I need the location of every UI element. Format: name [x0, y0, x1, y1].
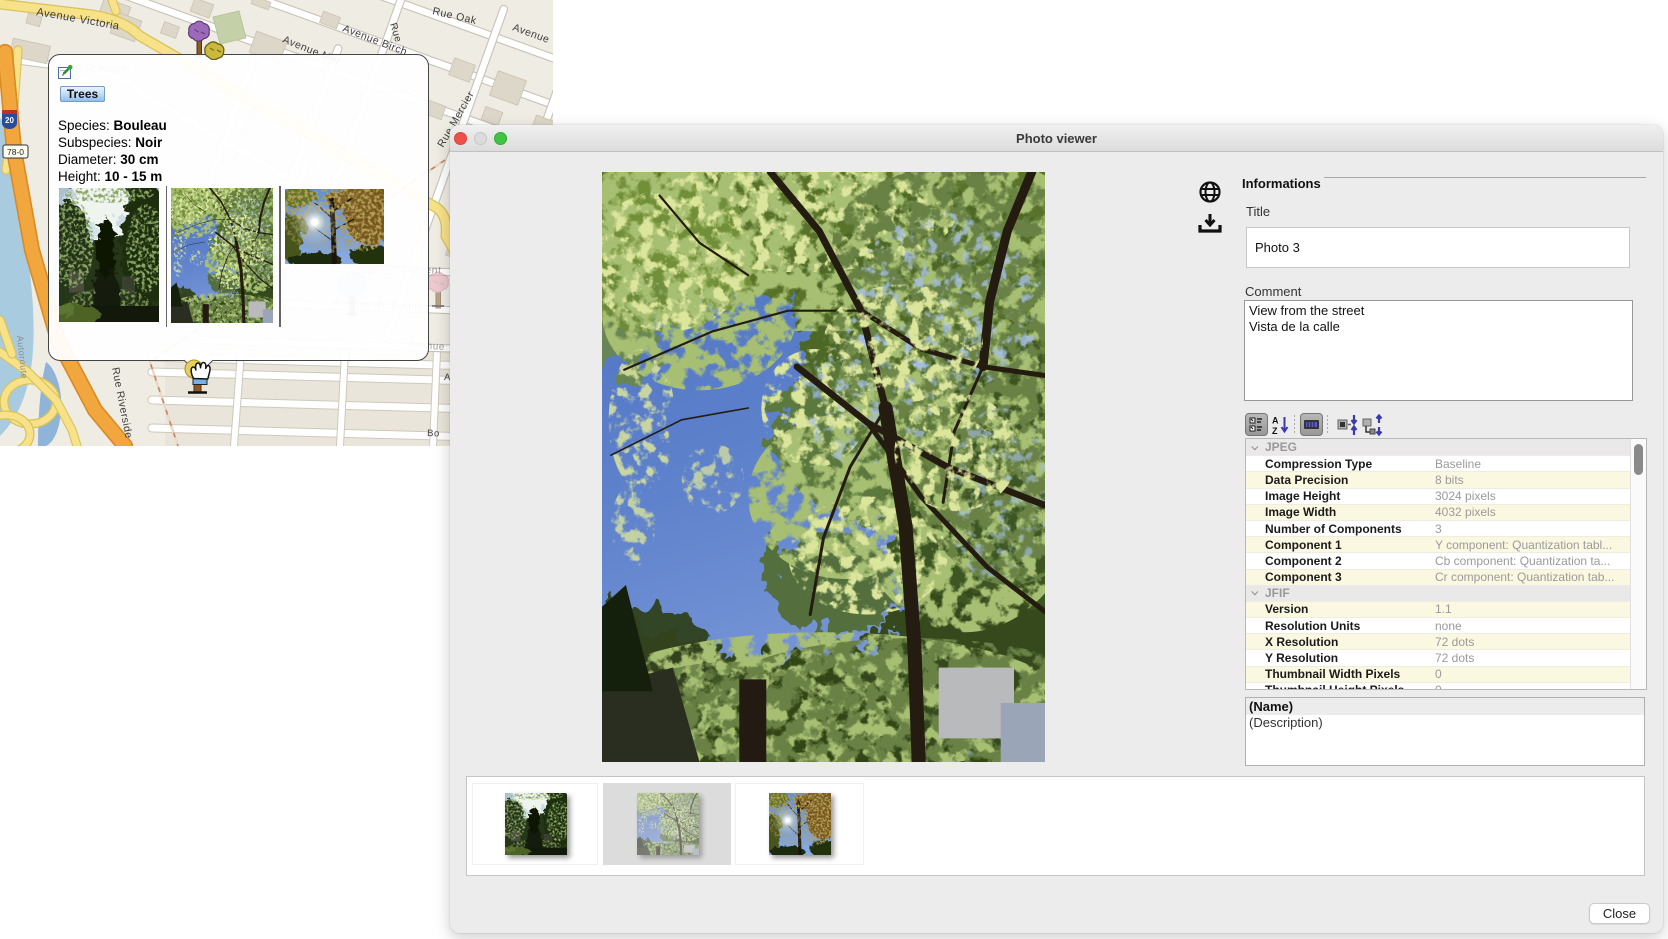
svg-text:A: A — [1272, 416, 1279, 426]
svg-text:20: 20 — [5, 116, 14, 125]
svg-text:Bo: Bo — [427, 428, 440, 439]
svg-text:78-0: 78-0 — [7, 147, 24, 157]
svg-text:Z: Z — [1272, 426, 1278, 436]
